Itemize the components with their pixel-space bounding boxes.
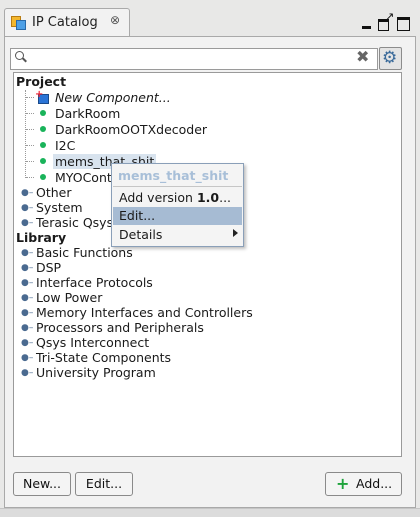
maximize-icon[interactable] (397, 16, 411, 31)
project-heading[interactable]: Project (16, 74, 66, 89)
tree-branch (26, 113, 34, 114)
ip-catalog-icon (11, 16, 26, 30)
menu-separator (113, 186, 242, 187)
minimize-icon[interactable] (360, 16, 374, 30)
expand-icon[interactable]: ●– (21, 203, 33, 213)
green-dot-icon (40, 158, 46, 164)
add-button[interactable]: + Add... (325, 472, 402, 496)
expand-icon[interactable]: ●– (21, 368, 33, 378)
add-version-text: Add version (119, 190, 197, 205)
tree-group-terasic-qsys[interactable]: Terasic Qsys (36, 215, 113, 230)
tab-ip-catalog[interactable]: IP Catalog ⊗ (4, 8, 130, 37)
expand-icon[interactable]: ●– (21, 278, 33, 288)
expand-icon[interactable]: ●– (21, 338, 33, 348)
expand-icon[interactable]: ●– (21, 308, 33, 318)
new-component-icon: + (35, 89, 49, 104)
menu-item-add-version[interactable]: Add version 1.0... (113, 189, 242, 207)
tree-guide-line (25, 90, 26, 178)
add-button-label: Add... (356, 476, 393, 491)
tree-item-i2c[interactable]: I2C (55, 138, 75, 153)
context-menu: mems_that_shit Add version 1.0... Edit..… (111, 163, 244, 247)
menu-item-edit-label: Edit... (119, 208, 156, 223)
menu-item-add-version-label: Add version 1.0... (119, 189, 231, 207)
tree-item-darkroomootxdecoder[interactable]: DarkRoomOOTXdecoder (55, 122, 207, 137)
expand-icon[interactable]: ●– (21, 293, 33, 303)
tree-item-new-component[interactable]: New Component... (55, 90, 171, 105)
detach-arrow-icon: ↗ (385, 10, 395, 23)
green-dot-icon (40, 174, 46, 180)
tree-branch (26, 97, 34, 98)
expand-icon[interactable]: ●– (21, 218, 33, 228)
edit-button[interactable]: Edit... (75, 472, 133, 496)
menu-item-details[interactable]: Details (113, 226, 242, 244)
search-input[interactable] (10, 48, 378, 70)
menu-item-details-label: Details (119, 227, 163, 242)
tree-group-basic-functions[interactable]: Basic Functions (36, 245, 133, 260)
tree-group-university-program[interactable]: University Program (36, 365, 156, 380)
tree-item-darkroom[interactable]: DarkRoom (55, 106, 120, 121)
expand-icon[interactable]: ●– (21, 188, 33, 198)
tree-group-memory-interfaces[interactable]: Memory Interfaces and Controllers (36, 305, 253, 320)
ip-catalog-window: IP Catalog ⊗ ↗ ✖ ⚙ Project + New Compone… (0, 0, 420, 517)
add-version-ellipsis: ... (219, 190, 232, 205)
tree-group-dsp[interactable]: DSP (36, 260, 61, 275)
expand-icon[interactable]: ●– (21, 248, 33, 258)
tree-branch (26, 161, 34, 162)
expand-icon[interactable]: ●– (21, 353, 33, 363)
clear-search-icon[interactable]: ✖ (356, 47, 369, 66)
tree-group-other[interactable]: Other (36, 185, 72, 200)
tree-branch (26, 129, 34, 130)
green-dot-icon (40, 142, 46, 148)
tree-group-processors[interactable]: Processors and Peripherals (36, 320, 204, 335)
tab-label: IP Catalog (32, 15, 98, 30)
tree-branch (26, 177, 34, 178)
tree-group-system[interactable]: System (36, 200, 83, 215)
new-button[interactable]: New... (13, 472, 71, 496)
tree-group-qsys-interconnect[interactable]: Qsys Interconnect (36, 335, 149, 350)
gear-icon: ⚙ (382, 48, 398, 68)
expand-icon[interactable]: ●– (21, 323, 33, 333)
tab-close-icon[interactable]: ⊗ (110, 13, 120, 27)
search-icon (15, 51, 27, 63)
green-dot-icon (40, 110, 46, 116)
settings-button[interactable]: ⚙ (379, 47, 402, 70)
title-bar: IP Catalog ⊗ ↗ (0, 0, 420, 40)
tree-branch (26, 145, 34, 146)
plus-icon: + (336, 474, 350, 493)
context-menu-title: mems_that_shit (118, 168, 229, 183)
tree-group-low-power[interactable]: Low Power (36, 290, 102, 305)
library-heading[interactable]: Library (16, 230, 66, 245)
submenu-arrow-icon (233, 229, 238, 237)
tree-group-interface-protocols[interactable]: Interface Protocols (36, 275, 153, 290)
tree-group-tri-state[interactable]: Tri-State Components (36, 350, 171, 365)
add-version-number: 1.0 (196, 190, 220, 205)
green-dot-icon (40, 126, 46, 132)
tree-item-myocont[interactable]: MYOCont (55, 170, 112, 185)
expand-icon[interactable]: ●– (21, 263, 33, 273)
menu-item-edit[interactable]: Edit... (113, 207, 242, 225)
